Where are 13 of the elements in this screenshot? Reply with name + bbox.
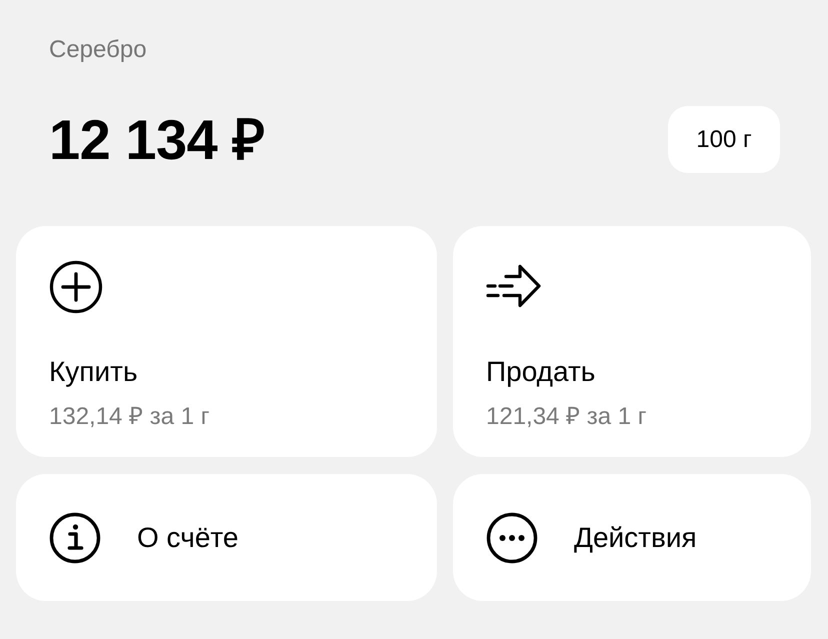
unit-chip[interactable]: 100 г [668,106,780,173]
more-icon [486,512,538,564]
sell-button[interactable]: Продать 121,34 ₽ за 1 г [453,226,811,457]
plus-circle-icon [49,260,103,314]
info-icon [49,512,101,564]
price-text: 132,14 ₽ за 1 г [49,402,210,432]
price-text: 121,34 ₽ за 1 г [486,402,647,432]
arrow-right-icon [486,264,542,310]
actions-button[interactable]: Действия [453,474,811,601]
account-info-button[interactable]: О счёте [16,474,437,601]
buy-button[interactable]: Купить 132,14 ₽ за 1 г [16,226,437,457]
balance-amount: 12 134 ₽ [49,108,265,172]
asset-title: Серебро [49,35,148,65]
